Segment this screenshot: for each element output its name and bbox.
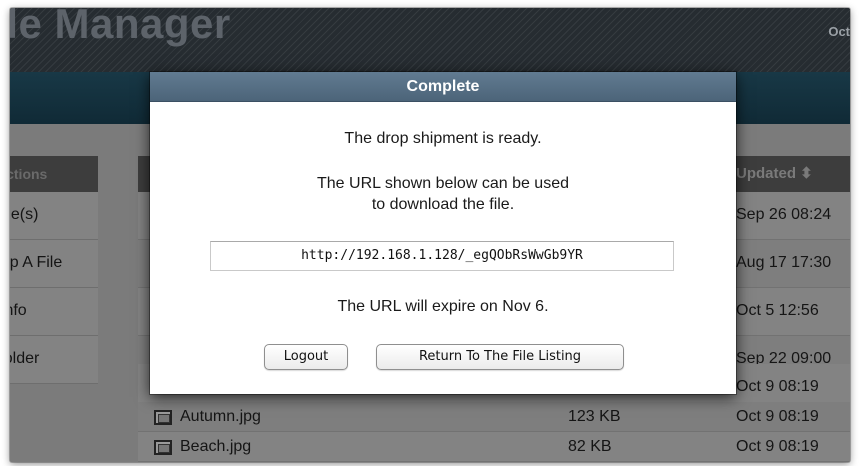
table-row[interactable]: Beach.jpg 82 KB Oct 9 08:19 [138,432,850,462]
sidebar-item-drop-file[interactable]: Drop A File [10,240,98,288]
cell-size: 123 KB [568,408,621,425]
download-url-field[interactable]: http://192.168.1.128/_egQObRsWwGb9YR [210,241,674,271]
url-instructions-line1: The URL shown below can be used [317,175,569,192]
sidebar-item-label: Drop A File [10,254,63,271]
file-name[interactable]: Beach.jpg [180,438,251,456]
cell-updated: Oct 9 08:19 [736,408,819,425]
logout-button[interactable]: Logout [264,344,348,370]
sidebar-item-label: Folder [10,350,40,367]
image-icon [154,409,172,425]
cell-updated: Oct 5 12:56 [736,302,819,319]
cell-size: 82 KB [568,438,612,455]
cell-name: Autumn.jpg [154,408,261,426]
expiry-message: The URL will expire on Nov 6. [337,298,549,315]
complete-dialog: Complete The drop shipment is ready. The… [150,72,736,394]
url-instructions-line2: to download the file. [371,196,515,213]
header-date: Oct [828,24,850,39]
cell-updated: Oct 9 08:19 [736,378,819,395]
sidebar-item-folder[interactable]: Folder [10,336,98,384]
table-row[interactable]: Autumn.jpg 123 KB Oct 9 08:19 [138,402,850,432]
cell-name: Beach.jpg [154,438,251,456]
sidebar-item-info[interactable]: Info [10,288,98,336]
file-name[interactable]: Autumn.jpg [180,408,261,426]
return-to-listing-button[interactable]: Return To The File Listing [376,344,624,370]
sidebar-item-label: Info [10,302,27,319]
cell-updated: Oct 9 08:19 [736,438,819,455]
column-updated[interactable]: Updated ⬍ [736,164,813,182]
dialog-title: Complete [150,72,736,102]
image-icon [154,439,172,455]
sidebar-header: Actions [10,156,98,192]
sidebar-item-files[interactable]: File(s) [10,192,98,240]
app-title: File Manager [10,8,231,47]
cell-updated: Sep 26 08:24 [736,206,832,223]
app-window: File Manager Oct Actions File(s) Drop A … [10,8,850,462]
sidebar-item-label: File(s) [10,206,39,223]
cell-updated: Aug 17 17:30 [736,254,832,271]
app-header: File Manager Oct [10,8,850,72]
ready-message: The drop shipment is ready. [344,130,542,147]
